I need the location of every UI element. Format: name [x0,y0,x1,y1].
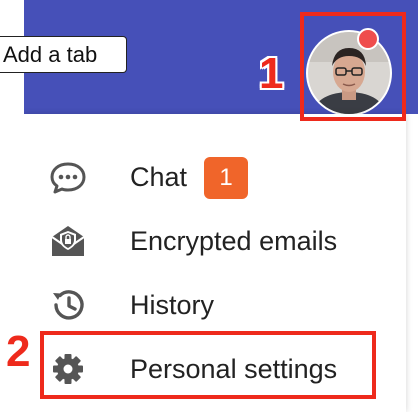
menu-label-chat: Chat [130,162,188,192]
chat-unread-badge: 1 [204,157,248,199]
menu-item-chat[interactable]: Chat 1 [24,145,406,209]
history-icon [48,287,88,323]
menu-item-history[interactable]: History [24,273,406,337]
menu-label-personal-settings: Personal settings [130,354,338,384]
user-avatar[interactable] [308,32,390,114]
menu-label-encrypted-emails: Encrypted emails [130,226,338,256]
step-number-1: 1 [259,49,284,98]
add-tab-tooltip: Add a tab [0,36,127,73]
menu-item-encrypted-emails[interactable]: Encrypted emails [24,209,406,273]
menu-item-personal-settings[interactable]: Personal settings [24,337,406,401]
menu-label-history: History [130,290,215,320]
step-number-2: 2 [6,327,31,376]
notification-dot [357,28,379,50]
gear-icon [48,351,88,387]
chat-bubble-icon [48,159,88,195]
encrypted-envelope-icon [48,223,88,259]
screenshot-stage: Add a tab Chat 1 Encrypted emails Histor… [0,0,418,412]
avatar-photo-icon [308,32,390,114]
